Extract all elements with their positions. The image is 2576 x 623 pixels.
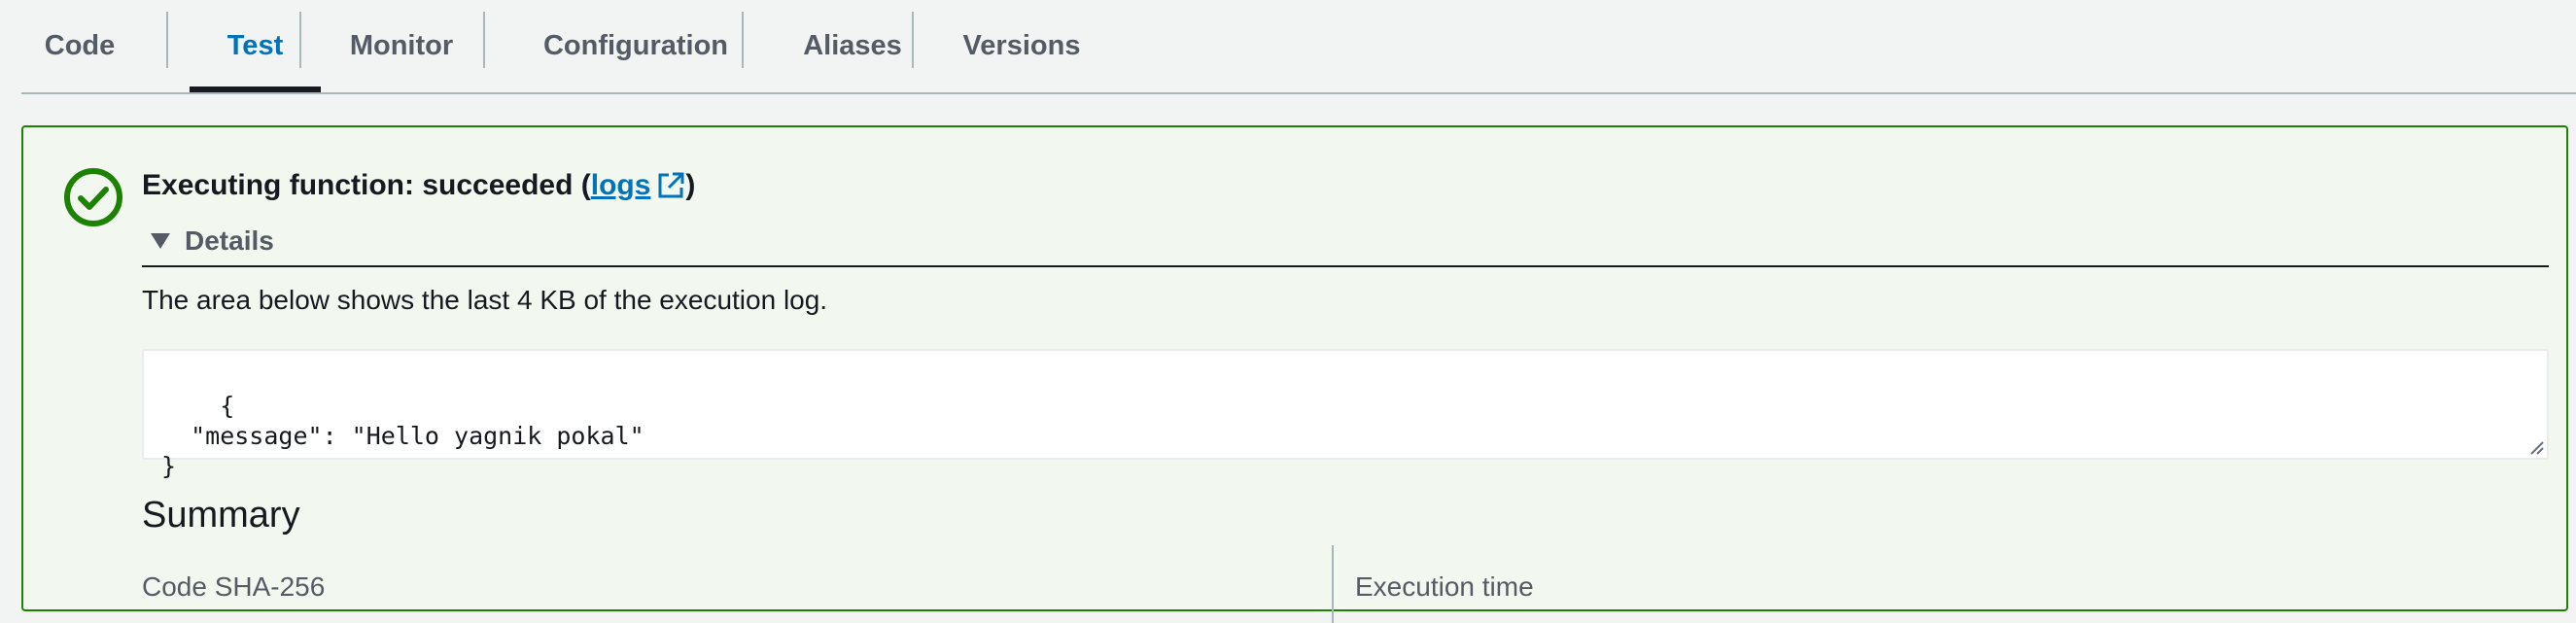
summary-divider [1332,545,1334,623]
log-description: The area below shows the last 4 KB of th… [142,285,828,315]
tab-code[interactable]: Code [21,0,138,92]
tab-separator [912,12,914,68]
tab-separator [483,12,485,68]
execution-status-suffix: ) [685,169,696,201]
execution-log-text: { "message": "Hello yagnik pokal" } [161,392,644,480]
execution-result-panel: Executing function: succeeded ( logs ) D… [21,125,2568,623]
execution-time-label: Execution time [1355,571,1534,602]
code-sha-label: Code SHA-256 [142,571,326,602]
details-toggle[interactable]: Details [142,217,2549,267]
tab-separator [299,12,301,68]
summary-title: Summary [142,495,300,536]
execution-status: Executing function: succeeded ( logs ) [142,166,695,205]
success-check-circle-icon [64,168,122,226]
resize-handle-icon[interactable] [2527,438,2545,456]
execution-log-output[interactable]: { "message": "Hello yagnik pokal" } [142,349,2549,480]
tab-versions[interactable]: Versions [935,0,1108,92]
function-tabs: Code Test Monitor Configuration Aliases … [21,0,2576,94]
details-label: Details [185,225,274,256]
tab-configuration[interactable]: Configuration [505,0,766,92]
active-tab-indicator [190,87,321,92]
tab-separator [166,12,168,68]
tab-monitor[interactable]: Monitor [323,0,480,92]
logs-link-label: logs [590,169,651,201]
caret-down-icon [151,233,170,249]
execution-status-text: Executing function: succeeded ( [142,169,591,201]
external-link-icon [658,172,684,198]
tab-separator [742,12,744,68]
logs-link[interactable]: logs [591,169,686,202]
